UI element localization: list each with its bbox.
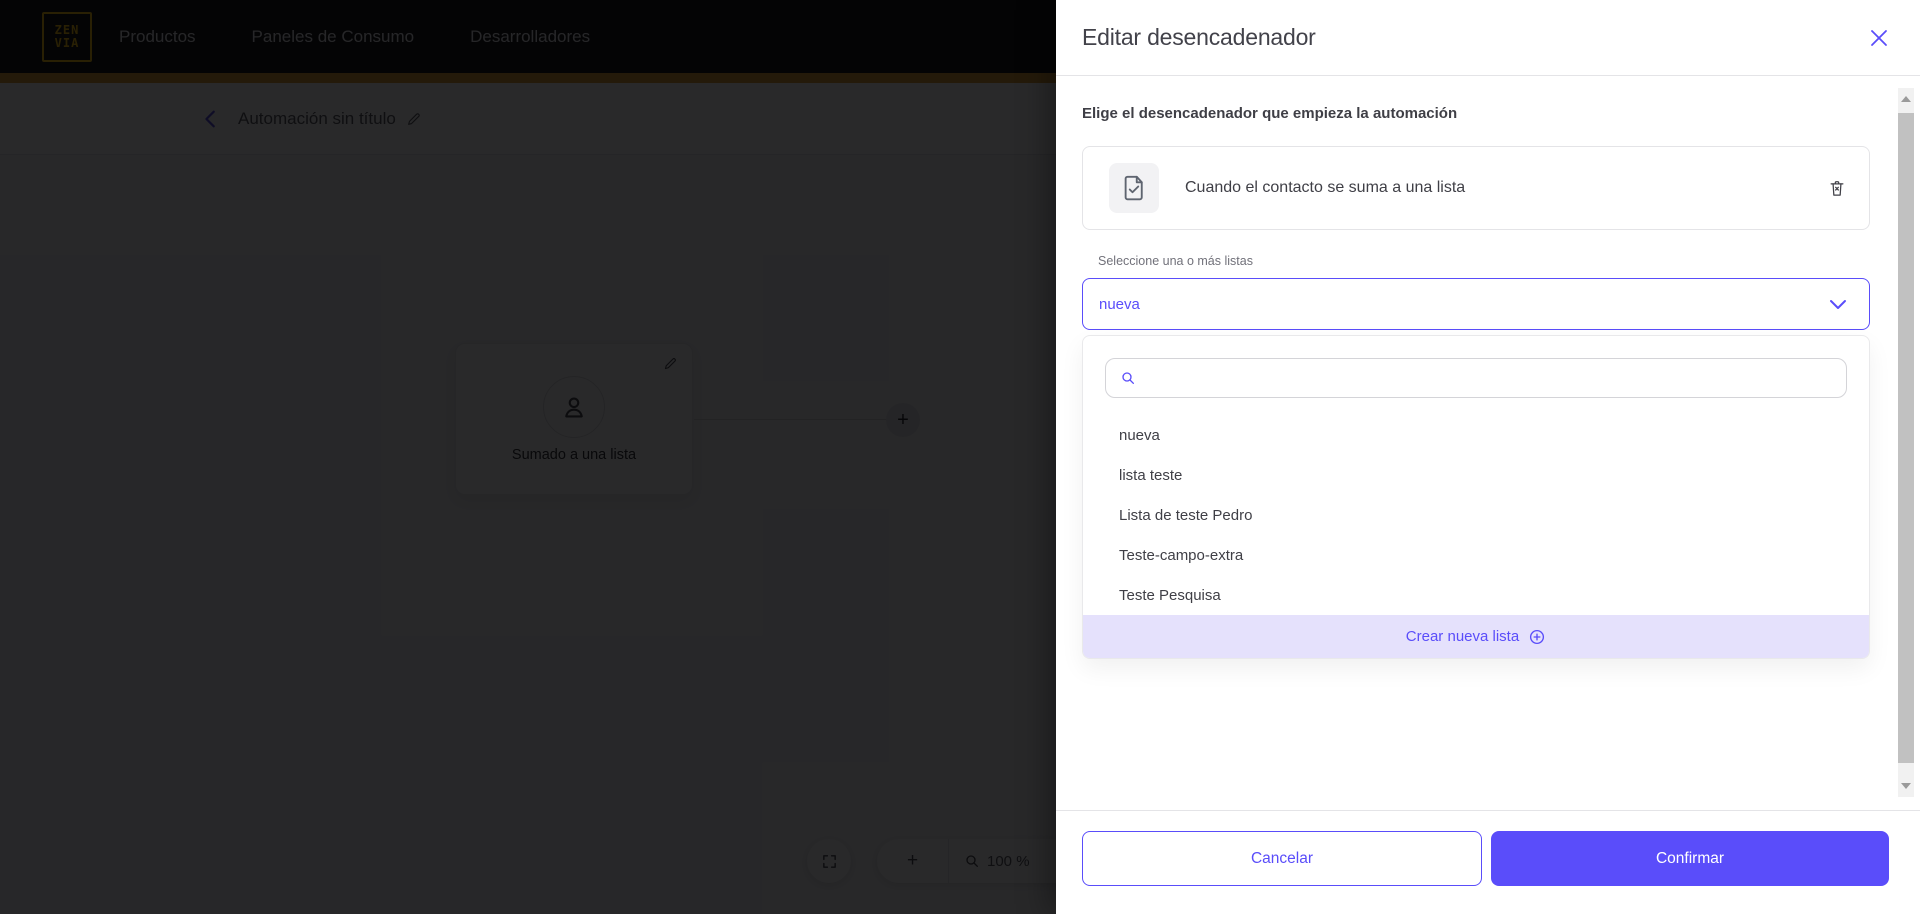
chevron-down-icon (1829, 299, 1847, 310)
close-icon (1871, 29, 1887, 46)
list-search[interactable] (1105, 358, 1847, 398)
plus-circle-icon (1530, 629, 1545, 644)
confirm-button[interactable]: Confirmar (1491, 831, 1889, 886)
create-new-list-label: Crear nueva lista (1405, 628, 1520, 645)
edit-trigger-panel: Editar desencadenador Elige el desencade… (1056, 0, 1920, 914)
list-select[interactable]: nueva (1082, 278, 1870, 330)
panel-footer: Cancelar Confirmar (1056, 810, 1920, 914)
list-option[interactable]: Lista de teste Pedro (1083, 495, 1869, 535)
list-option[interactable]: Teste-campo-extra (1083, 535, 1869, 575)
panel-header: Editar desencadenador (1056, 0, 1920, 76)
trigger-card-label: Cuando el contacto se suma a una lista (1185, 179, 1466, 196)
app-window: ZEN VIA ProductosPaneles de ConsumoDesar… (0, 0, 1920, 914)
panel-title: Editar desencadenador (1082, 24, 1316, 50)
scrollbar-up-arrow[interactable] (1901, 96, 1911, 102)
list-select-label: Seleccione una o más listas (1098, 254, 1253, 268)
list-dropdown: nueva lista teste Lista de teste Pedro Test… (1082, 335, 1870, 659)
list-options: nueva lista teste Lista de teste Pedro Test… (1083, 415, 1869, 615)
search-icon (1122, 372, 1134, 384)
document-check-icon (1124, 175, 1143, 201)
list-option[interactable]: lista teste (1083, 455, 1869, 495)
delete-trigger-button[interactable] (1827, 178, 1847, 198)
trigger-icon-box (1109, 163, 1159, 213)
list-option[interactable]: Teste Pesquisa (1083, 575, 1869, 615)
search-input[interactable] (1146, 370, 1846, 386)
close-panel-button[interactable] (1864, 23, 1894, 53)
trash-icon (1830, 181, 1844, 196)
cancel-button[interactable]: Cancelar (1082, 831, 1482, 886)
create-new-list-option[interactable]: Crear nueva lista (1083, 615, 1869, 658)
panel-body: Elige el desencadenador que empieza la a… (1056, 77, 1920, 810)
trigger-section-heading: Elige el desencadenador que empieza la a… (1082, 105, 1458, 122)
scrollbar-thumb[interactable] (1898, 113, 1914, 763)
scrollbar-down-arrow[interactable] (1901, 783, 1911, 789)
panel-scrollbar[interactable] (1898, 88, 1914, 797)
list-select-value: nueva (1099, 295, 1140, 313)
list-option[interactable]: nueva (1083, 415, 1869, 455)
selected-trigger-card: Cuando el contacto se suma a una lista (1082, 146, 1870, 230)
